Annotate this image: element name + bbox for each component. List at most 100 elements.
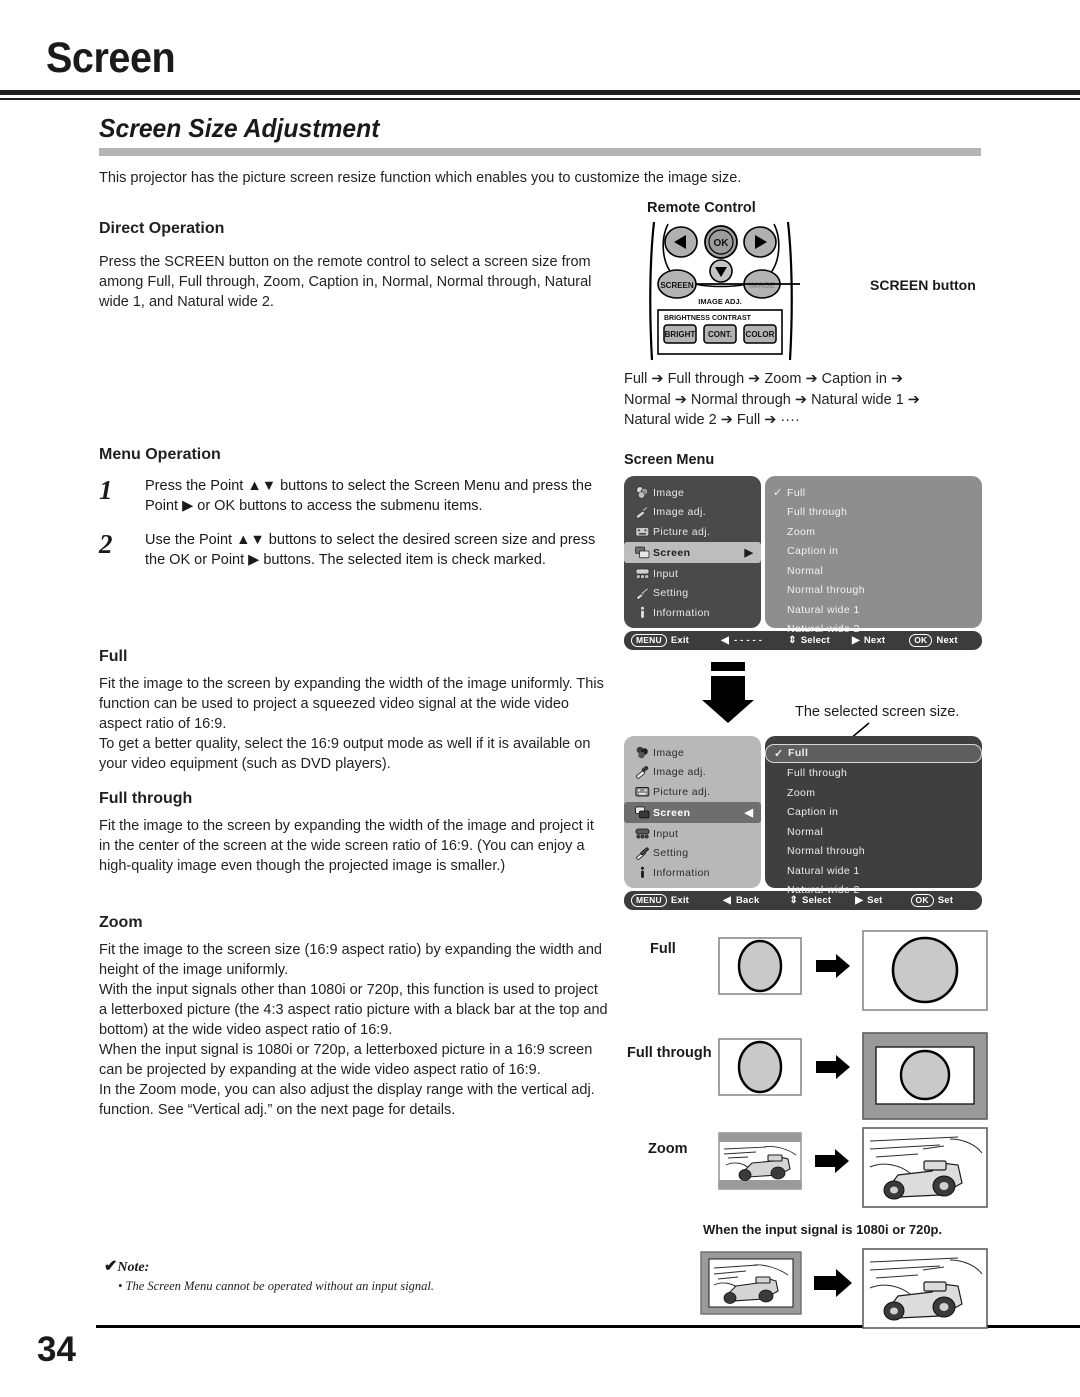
sidebar-label: Setting (653, 847, 689, 859)
cycle-line-3: Natural wide 2 ➔ Full ➔ ···· (624, 412, 800, 429)
osd-list-item-zoom[interactable]: Zoom (765, 523, 982, 541)
diagram-zoom-hd (700, 1248, 988, 1329)
svg-text:OK: OK (714, 238, 730, 249)
sidebar-item-image-adj[interactable]: Image adj. (624, 763, 761, 781)
osd-list-item-full-through[interactable]: Full through (765, 503, 982, 521)
menu-key-icon: MENU (631, 634, 667, 647)
osd-sidebar[interactable]: Image Image adj. Picture adj. (624, 476, 761, 628)
cycle-line-1: Full ➔ Full through ➔ Zoom ➔ Caption in … (624, 371, 904, 387)
hint-back: Back (735, 895, 760, 906)
menu-operation-heading: Menu Operation (99, 446, 221, 463)
osd-list-item-caption-in[interactable]: Caption in (765, 803, 982, 821)
osd-screen-menu-bottom[interactable]: Image Image adj. Picture adj. Screen ◀ I… (624, 736, 982, 910)
osd-list-label: Normal (787, 825, 824, 838)
menu-operation-section: Menu Operation 1 Press the Point ▲▼ butt… (99, 446, 609, 570)
sidebar-item-information[interactable]: Information (624, 604, 761, 622)
step-text: Press the Point ▲▼ buttons to select the… (145, 478, 593, 514)
note-item: • The Screen Menu cannot be operated wit… (118, 1279, 435, 1293)
hint-exit: Exit (670, 635, 690, 646)
osd-list-item-natural-wide-1[interactable]: Natural wide 1 (765, 862, 982, 880)
osd-screen-menu-top[interactable]: Image Image adj. Picture adj. Screen ▶ I… (624, 476, 982, 650)
osd-list-label: Caption in (787, 806, 839, 818)
sidebar-label: Picture adj. (653, 785, 711, 798)
svg-text:SCREEN: SCREEN (660, 281, 694, 290)
osd-list-label: Zoom (787, 525, 816, 538)
sidebar-item-input[interactable]: Input (624, 565, 761, 583)
check-icon: ✔ (104, 1258, 118, 1275)
sidebar-label: Screen (653, 806, 691, 819)
osd-list-label: Full (787, 486, 806, 499)
hint-back: - - - - - (733, 635, 763, 646)
sidebar-item-image[interactable]: Image (624, 484, 761, 502)
image-icon (631, 746, 653, 759)
sidebar-item-picture-adj[interactable]: Picture adj. (624, 523, 761, 541)
sidebar-label: Image adj. (653, 506, 707, 518)
input-icon (631, 827, 653, 840)
sidebar-item-setting[interactable]: Setting (624, 844, 761, 862)
osd-list-item-full[interactable]: ✓ Full (765, 743, 982, 763)
osd-list-item-natural-wide-2[interactable]: Natural wide 2 (765, 620, 982, 638)
svg-text:COLOR: COLOR (746, 330, 775, 339)
picture-adj-icon (631, 525, 653, 538)
mode-heading-full: Full (99, 648, 128, 665)
osd-list-label: Normal through (787, 845, 865, 857)
sidebar-label: Image (653, 746, 685, 759)
manual-page: Screen Screen Size Adjustment This proje… (0, 0, 1080, 1397)
osd-list-label: Natural wide 1 (787, 864, 860, 877)
point-down-button (709, 259, 733, 283)
osd-list-item-full[interactable]: ✓ Full (765, 484, 982, 502)
page-number: 34 (37, 1330, 76, 1369)
sidebar-item-input[interactable]: Input (624, 825, 761, 843)
svg-text:CONT.: CONT. (708, 330, 732, 339)
hint-exit: Exit (670, 895, 690, 906)
osd-screen-size-list[interactable]: ✓ Full Full through Zoom Caption in Norm… (765, 736, 982, 896)
screen-cycle-sequence: Full ➔ Full through ➔ Zoom ➔ Caption in … (624, 369, 1024, 431)
setting-icon (631, 586, 653, 600)
sidebar-label: Screen (653, 546, 691, 559)
osd-list-label: Normal (787, 564, 824, 577)
mode-full-through-section: Full through Fit the image to the screen… (99, 790, 609, 876)
image-adj-icon (631, 505, 653, 519)
sidebar-item-setting[interactable]: Setting (624, 584, 761, 602)
osd-list-item-caption-in[interactable]: Caption in (765, 542, 982, 560)
mode-full-section: Full Fit the image to the screen by expa… (99, 648, 609, 774)
point-left-button (664, 226, 698, 258)
osd-list-item-normal[interactable]: Normal (765, 562, 982, 580)
sidebar-item-screen[interactable]: Screen ◀ (624, 802, 761, 823)
step-text: Use the Point ▲▼ buttons to select the d… (145, 532, 596, 568)
sidebar-item-image-adj[interactable]: Image adj. (624, 503, 761, 521)
chevron-left-icon: ◀ (744, 807, 753, 819)
mode-body-full: Fit the image to the screen by expanding… (99, 676, 604, 772)
osd-screen-size-list[interactable]: ✓ Full Full through Zoom Caption in Norm… (765, 476, 982, 635)
diagram-label-zoom: Zoom (648, 1141, 688, 1157)
sidebar-item-picture-adj[interactable]: Picture adj. (624, 783, 761, 801)
color-button: COLOR (743, 324, 777, 344)
osd-sidebar[interactable]: Image Image adj. Picture adj. (624, 736, 761, 888)
note-block: ✔Note: • The Screen Menu cannot be opera… (104, 1256, 574, 1294)
osd-list-item-natural-wide-1[interactable]: Natural wide 1 (765, 601, 982, 619)
osd-list-item-zoom[interactable]: Zoom (765, 784, 982, 802)
sidebar-label: Image adj. (653, 766, 707, 778)
osd-list-label: Natural wide 1 (787, 603, 860, 616)
osd-list-item-full-through[interactable]: Full through (765, 764, 982, 782)
sidebar-label: Image (653, 486, 685, 499)
mode-body-zoom: Fit the image to the screen size (16:9 a… (99, 942, 608, 1118)
osd-list-item-normal-through[interactable]: Normal through (765, 581, 982, 599)
svg-text:IMAGE: IMAGE (749, 281, 776, 290)
section-title: Screen Size Adjustment (99, 113, 380, 143)
note-heading: ✔Note: (104, 1256, 574, 1276)
sidebar-item-screen[interactable]: Screen ▶ (624, 542, 761, 563)
osd-list-item-natural-wide-2[interactable]: Natural wide 2 (765, 881, 982, 899)
screen-icon (631, 546, 653, 559)
step-number: 1 (99, 475, 113, 505)
direct-operation-body: Press the SCREEN button on the remote co… (99, 254, 592, 310)
flow-down-arrow-icon (702, 662, 754, 723)
osd-list-item-normal-through[interactable]: Normal through (765, 842, 982, 860)
sidebar-item-image[interactable]: Image (624, 744, 761, 762)
diagram-full (718, 930, 988, 1011)
page-title: Screen (46, 34, 176, 82)
sidebar-item-information[interactable]: Information (624, 864, 761, 882)
chevron-right-icon: ▶ (744, 547, 753, 559)
osd-list-item-normal[interactable]: Normal (765, 823, 982, 841)
image-icon (631, 486, 653, 499)
